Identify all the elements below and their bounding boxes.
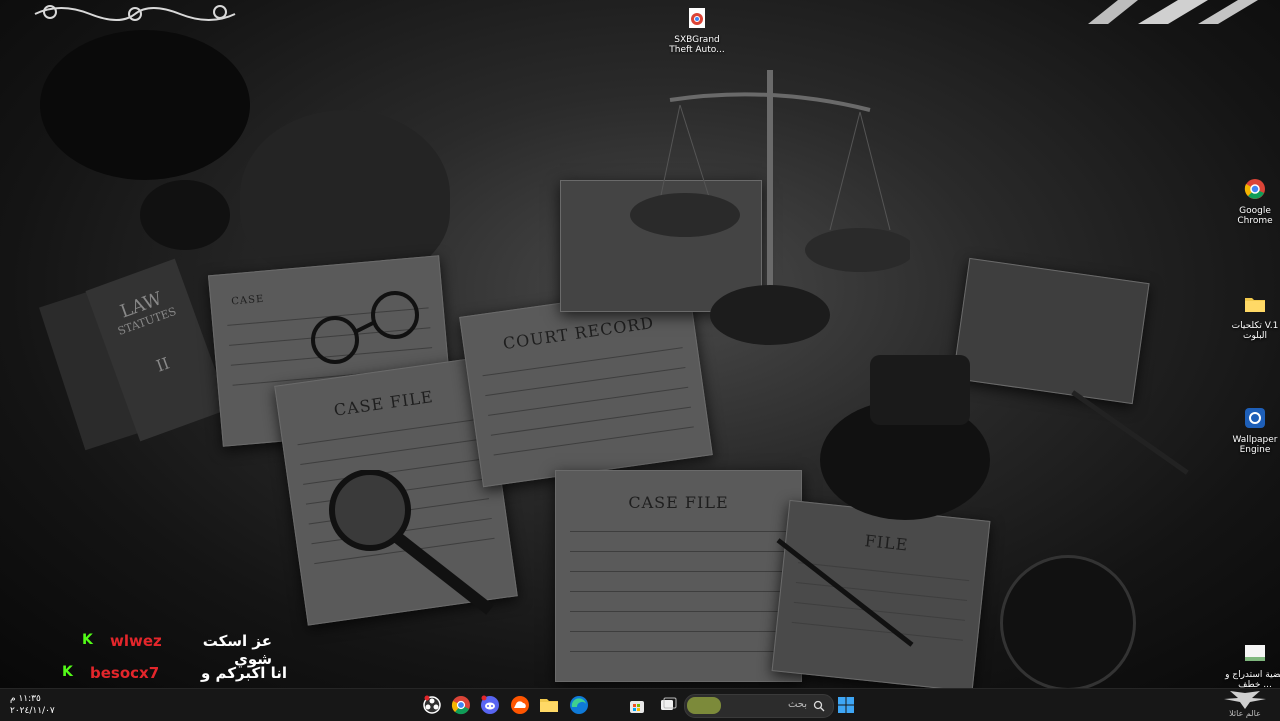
kick-badge-icon: K xyxy=(82,632,93,648)
desktop-icon-sxb-label: SXBGrand Theft Auto... xyxy=(669,35,725,55)
desktop-icon-wallpaper-engine[interactable]: Wallpaper Engine xyxy=(1225,407,1280,455)
desktop-icon-wallpaper-engine-label: Wallpaper Engine xyxy=(1232,435,1278,455)
magnifying-glass xyxy=(329,470,494,615)
clock-time: ١١:٣٥ م xyxy=(10,694,41,704)
search-box[interactable]: بحث xyxy=(684,694,834,718)
law-book-volume: II xyxy=(153,353,172,376)
chrome-taskbar-icon[interactable] xyxy=(451,695,471,715)
task-view-icon[interactable] xyxy=(658,695,678,715)
gavel-head xyxy=(870,355,970,425)
kick-badge-icon: K xyxy=(62,664,73,680)
paper-case-file-2-title: CASE FILE xyxy=(628,493,729,512)
desktop-icon-chrome-label: Google Chrome xyxy=(1237,206,1273,226)
document-chrome-icon xyxy=(689,8,705,28)
paper-case-file-2: CASE FILE xyxy=(555,470,802,682)
windows-start-icon[interactable] xyxy=(836,695,856,715)
search-highlight-icon xyxy=(687,697,721,714)
cup xyxy=(1000,555,1136,688)
chrome-icon xyxy=(1244,179,1265,199)
chat-line-1-message: عز اسكت شوي xyxy=(202,632,272,668)
store-icon[interactable] xyxy=(627,695,647,715)
clock-date: ٢٠٢٤/١١/٠٧ xyxy=(10,706,55,716)
globe-stand xyxy=(140,180,230,250)
file-explorer-icon[interactable] xyxy=(539,695,559,715)
globe-shape xyxy=(40,30,250,180)
obs-icon[interactable] xyxy=(422,695,442,715)
scales-of-justice xyxy=(630,70,910,345)
glasses xyxy=(311,291,419,364)
paper-file-title: FILE xyxy=(863,531,910,555)
desktop-icon-document[interactable]: قضية استدراج و خطف ... xyxy=(1225,642,1280,690)
eagle-icon xyxy=(1224,691,1266,709)
search-placeholder: بحث xyxy=(787,699,807,710)
hat-shape xyxy=(240,110,450,280)
taskbar: ١١:٣٥ م ٢٠٢٤/١١/٠٧ بحث عالم عائلا xyxy=(0,688,1280,721)
search-icon xyxy=(813,700,825,712)
tray-label: عالم عائلا xyxy=(1229,709,1261,718)
desktop-icon-folder[interactable]: تكلحيات V.1 البلوت xyxy=(1225,293,1280,341)
desktop-icon-document-label: قضية استدراج و خطف ... xyxy=(1225,670,1280,690)
soundcloud-icon[interactable] xyxy=(510,695,530,715)
chat-line-2-user: besocx7 xyxy=(90,664,160,682)
paper-right xyxy=(952,257,1150,405)
chat-line-1-user: wlwez xyxy=(110,632,162,650)
edge-icon[interactable] xyxy=(569,695,589,715)
logo-corner xyxy=(1088,0,1258,24)
tray-eagle-logo: عالم عائلا xyxy=(1214,689,1276,721)
chat-line-1: K wlwez عز اسكت شوي xyxy=(82,632,272,668)
ornament-flourish xyxy=(34,5,236,21)
clock[interactable]: ١١:٣٥ م ٢٠٢٤/١١/٠٧ xyxy=(10,693,55,717)
folder-icon xyxy=(1245,298,1265,312)
desktop-wallpaper: LAW STATUTES II CASE CASE FILE COURT REC… xyxy=(0,0,1280,688)
paper-case-file-1-title: CASE FILE xyxy=(332,386,435,420)
chat-line-2: K besocx7 انا اكبركم و بسس xyxy=(62,664,287,700)
paper-file: FILE xyxy=(771,499,991,688)
desktop-icon-chrome[interactable]: Google Chrome xyxy=(1225,178,1280,226)
desktop-icon-folder-label: تكلحيات V.1 البلوت xyxy=(1231,321,1279,341)
document-icon xyxy=(1245,645,1265,661)
wallpaper-engine-icon xyxy=(1245,408,1265,428)
desktop-icon-sxb[interactable]: SXBGrand Theft Auto... xyxy=(667,7,727,55)
discord-icon[interactable] xyxy=(480,695,500,715)
